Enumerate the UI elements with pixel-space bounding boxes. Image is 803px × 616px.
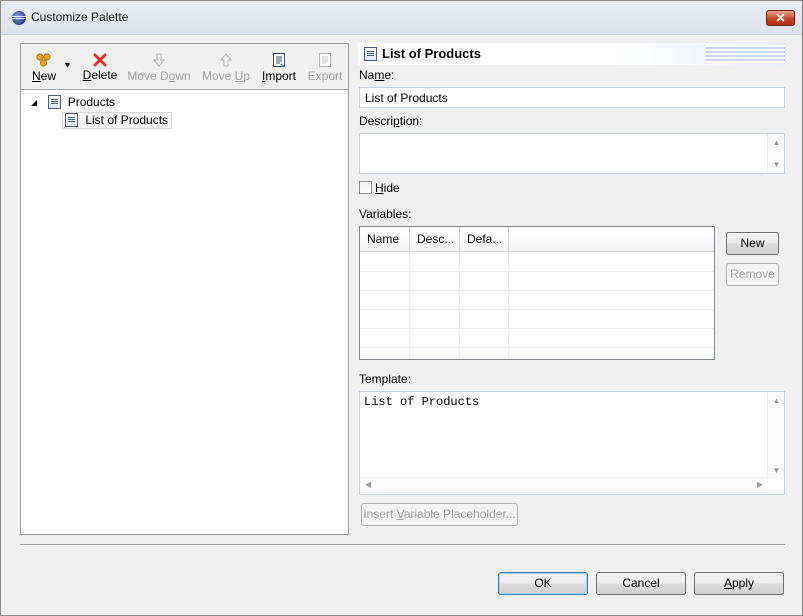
new-label-mnemonic: N xyxy=(31,69,41,83)
scroll-down-icon[interactable]: ▼ xyxy=(768,466,785,475)
grid-line xyxy=(409,252,410,359)
palette-tree-pane: New ▾ Delete Move Down Move Up Import Ex… xyxy=(20,43,349,535)
delete-label-mnemonic: D xyxy=(82,68,92,82)
column-header-name[interactable]: Name xyxy=(360,227,410,252)
export-icon xyxy=(319,53,331,67)
new-icon xyxy=(36,53,51,67)
grid-line xyxy=(508,252,509,359)
grid-line xyxy=(360,271,714,272)
customize-palette-dialog: Customize Palette ✕ New ▾ Delete Move Do… xyxy=(0,0,803,616)
tree-item-list-of-products[interactable]: List of Products xyxy=(62,112,173,129)
eclipse-icon xyxy=(12,11,26,25)
title-bar: Customize Palette ✕ xyxy=(1,1,802,35)
tree-item-label: List of Products xyxy=(85,113,169,127)
column-header-default[interactable]: Defa... xyxy=(460,227,509,252)
move-down-label: wn xyxy=(175,69,191,83)
delete-label: elete xyxy=(91,68,118,82)
grid-line xyxy=(360,328,714,329)
scroll-right-icon[interactable]: ▶ xyxy=(757,480,763,489)
template-vertical-scrollbar[interactable]: ▲ ▼ xyxy=(767,392,784,479)
scroll-down-icon[interactable]: ▼ xyxy=(768,160,785,169)
arrow-up-icon xyxy=(219,53,233,67)
footer-separator xyxy=(20,544,785,546)
scroll-up-icon[interactable]: ▲ xyxy=(768,138,785,147)
description-field[interactable]: ▲ ▼ xyxy=(359,133,785,174)
import-button[interactable]: Import xyxy=(259,52,299,88)
scroll-up-icon[interactable]: ▲ xyxy=(768,396,785,405)
template-horizontal-scrollbar[interactable]: ◀ ▶ xyxy=(360,477,768,494)
delete-button[interactable]: Delete xyxy=(82,52,118,88)
variables-label: Variables: xyxy=(359,207,412,221)
template-editor[interactable]: List of Products ▲ ▼ ◀ ▶ xyxy=(359,391,785,495)
export-label: Export xyxy=(307,69,343,83)
detail-header: List of Products xyxy=(358,43,785,65)
palette-toolbar: New ▾ Delete Move Down Move Up Import Ex… xyxy=(21,44,348,90)
delete-icon xyxy=(93,53,107,67)
import-icon xyxy=(273,53,285,68)
grid-line xyxy=(360,347,714,348)
template-icon xyxy=(364,47,377,61)
move-down-label-pre: Move D xyxy=(127,69,169,83)
description-label: Description: xyxy=(359,114,423,128)
ok-button[interactable]: OK xyxy=(498,572,588,595)
arrow-down-icon xyxy=(152,53,166,67)
import-label: mport xyxy=(265,69,297,83)
collapse-toggle-icon[interactable]: ◢ xyxy=(31,98,43,107)
name-field[interactable]: List of Products xyxy=(359,87,785,108)
tree-item-label: Products xyxy=(67,95,116,109)
grid-line xyxy=(360,290,714,291)
hide-checkbox[interactable] xyxy=(359,181,372,194)
column-header-filler xyxy=(509,227,714,252)
grid-line xyxy=(360,309,714,310)
name-label: Name: xyxy=(359,68,395,82)
template-label: Template: xyxy=(359,372,412,386)
hide-label[interactable]: Hide xyxy=(375,181,400,195)
new-dropdown-arrow[interactable]: ▾ xyxy=(65,60,70,71)
variables-table[interactable]: Name Desc... Defa... xyxy=(359,226,715,360)
apply-button[interactable]: Apply xyxy=(694,572,784,595)
template-icon xyxy=(65,113,78,127)
move-up-label: p xyxy=(243,69,251,83)
move-down-button[interactable]: Move Down xyxy=(126,52,192,88)
export-button[interactable]: Export xyxy=(306,52,344,88)
grid-line xyxy=(459,252,460,359)
drawer-icon xyxy=(48,95,62,109)
move-up-button[interactable]: Move Up xyxy=(201,52,251,88)
move-up-label-pre: Move xyxy=(201,69,235,83)
cancel-button[interactable]: Cancel xyxy=(596,572,686,595)
scroll-left-icon[interactable]: ◀ xyxy=(365,480,371,489)
remove-variable-button[interactable]: Remove xyxy=(726,263,779,286)
description-scrollbar[interactable]: ▲ ▼ xyxy=(767,134,784,173)
new-label: ew xyxy=(40,69,56,83)
tree-item-products[interactable]: ◢ Products xyxy=(31,95,115,113)
header-decoration xyxy=(705,45,785,63)
detail-title: List of Products xyxy=(382,46,481,61)
column-header-description[interactable]: Desc... xyxy=(410,227,460,252)
close-button[interactable]: ✕ xyxy=(766,10,795,26)
insert-variable-placeholder-button[interactable]: Insert Variable Placeholder... xyxy=(361,503,518,526)
new-variable-button[interactable]: New xyxy=(726,232,779,255)
new-button[interactable]: New xyxy=(29,52,59,88)
template-text[interactable]: List of Products xyxy=(364,395,479,409)
window-title: Customize Palette xyxy=(31,10,129,24)
